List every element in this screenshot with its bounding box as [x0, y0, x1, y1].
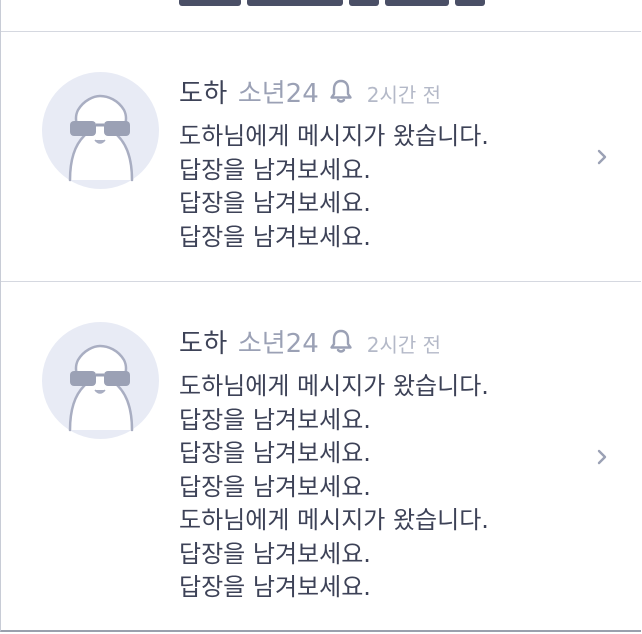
notification-header: 도하 소년24 2시간 전	[179, 324, 571, 359]
chevron-right-icon[interactable]	[593, 148, 611, 166]
chevron-right-icon[interactable]	[593, 448, 611, 466]
notification-message: 도하님에게 메시지가 왔습니다. 답장을 남겨보세요. 답장을 남겨보세요. 답…	[179, 120, 571, 254]
message-line: 답장을 남겨보세요.	[179, 405, 371, 434]
timestamp: 2시간 전	[366, 332, 442, 357]
notification-message: 도하님에게 메시지가 왔습니다. 답장을 남겨보세요. 답장을 남겨보세요. 답…	[179, 370, 571, 605]
avatar	[42, 72, 159, 189]
message-line: 도하님에게 메시지가 왔습니다.	[179, 122, 489, 150]
bell-icon	[327, 327, 355, 355]
notification-list: 도하 소년24 2시간 전 도하님에게 메시지가 왔습니다. 답장을 남겨보세요…	[1, 31, 641, 630]
message-line: 도하님에게 메시지가 왔습니다.	[179, 506, 489, 534]
notification-content: 도하 소년24 2시간 전 도하님에게 메시지가 왔습니다. 답장을 남겨보세요…	[179, 324, 571, 605]
message-line: 답장을 남겨보세요.	[179, 189, 371, 217]
bell-icon	[327, 77, 355, 105]
sunglasses-character-avatar-icon	[68, 344, 134, 432]
sender-nickname: 소년24	[237, 78, 319, 109]
notification-item[interactable]: 도하 소년24 2시간 전 도하님에게 메시지가 왔습니다. 답장을 남겨보세요…	[1, 281, 641, 630]
message-line: 답장을 남겨보세요.	[179, 573, 371, 601]
message-line: 답장을 남겨보세요.	[179, 155, 371, 184]
notification-panel: 도하 소년24 2시간 전 도하님에게 메시지가 왔습니다. 답장을 남겨보세요…	[0, 0, 641, 632]
message-line: 도하님에게 메시지가 왔습니다.	[179, 372, 489, 400]
previous-item-clipped-text	[179, 0, 499, 6]
message-line: 답장을 남겨보세요.	[179, 222, 371, 251]
sunglasses-character-avatar-icon	[68, 94, 134, 182]
message-line: 답장을 남겨보세요.	[179, 472, 371, 501]
timestamp: 2시간 전	[366, 82, 442, 107]
sender-name: 도하	[179, 78, 228, 109]
notification-content: 도하 소년24 2시간 전 도하님에게 메시지가 왔습니다. 답장을 남겨보세요…	[179, 74, 571, 254]
sender-nickname: 소년24	[237, 328, 319, 359]
message-line: 답장을 남겨보세요.	[179, 539, 371, 568]
sender-name: 도하	[179, 328, 228, 359]
avatar	[42, 322, 159, 439]
message-line: 답장을 남겨보세요.	[179, 439, 371, 467]
notification-item[interactable]: 도하 소년24 2시간 전 도하님에게 메시지가 왔습니다. 답장을 남겨보세요…	[1, 31, 641, 281]
notification-header: 도하 소년24 2시간 전	[179, 74, 571, 109]
